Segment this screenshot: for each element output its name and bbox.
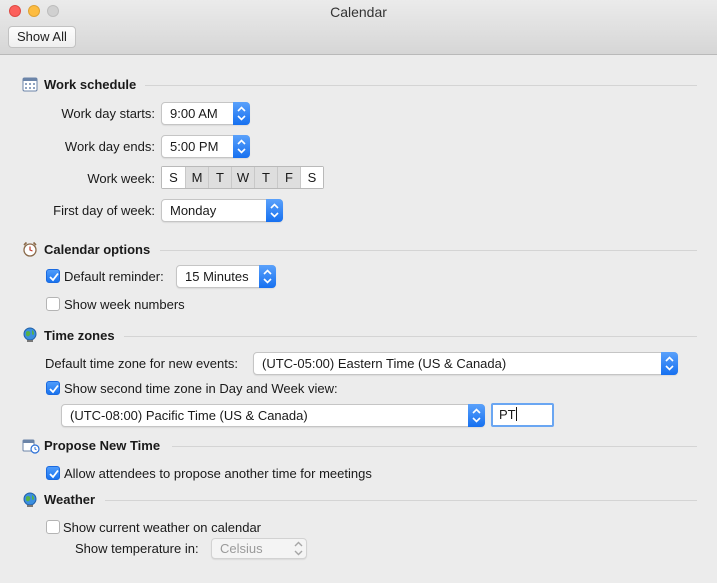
section-divider xyxy=(124,336,697,337)
temperature-unit-select[interactable]: Celsius xyxy=(211,538,307,559)
work-day-starts-value: 9:00 AM xyxy=(170,106,218,121)
work-day-ends-select[interactable]: 5:00 PM xyxy=(161,135,250,158)
day-toggle-thursday[interactable]: T xyxy=(254,167,277,188)
second-time-zone-abbrev-value: PT xyxy=(499,407,516,422)
section-divider xyxy=(160,250,697,251)
day-toggle-monday[interactable]: M xyxy=(185,167,208,188)
second-time-zone-checkbox[interactable] xyxy=(46,381,60,395)
show-weather-label: Show current weather on calendar xyxy=(63,520,262,535)
second-time-zone-label: Show second time zone in Day and Week vi… xyxy=(64,381,338,396)
work-day-starts-select[interactable]: 9:00 AM xyxy=(161,102,250,125)
second-time-zone-value: (UTC-08:00) Pacific Time (US & Canada) xyxy=(70,408,308,423)
show-week-numbers-label: Show week numbers xyxy=(64,297,185,312)
globe-icon xyxy=(22,492,38,508)
calendar-icon xyxy=(22,76,38,92)
section-divider xyxy=(172,446,697,447)
work-day-starts-label: Work day starts: xyxy=(61,106,155,121)
chevron-up-down-icon xyxy=(266,199,283,222)
default-reminder-label: Default reminder: xyxy=(64,269,164,284)
default-time-zone-select[interactable]: (UTC-05:00) Eastern Time (US & Canada) xyxy=(253,352,678,375)
default-reminder-checkbox[interactable] xyxy=(46,269,60,283)
work-day-ends-value: 5:00 PM xyxy=(170,139,219,154)
chevron-up-down-icon xyxy=(661,352,678,375)
work-day-ends-label: Work day ends: xyxy=(64,139,155,154)
day-toggle-wednesday[interactable]: W xyxy=(231,167,254,188)
section-title-propose-new-time: Propose New Time xyxy=(44,438,161,453)
day-toggle-friday[interactable]: F xyxy=(277,167,300,188)
section-divider xyxy=(105,500,697,501)
chevron-up-down-icon xyxy=(259,265,276,288)
chevron-up-down-icon xyxy=(290,538,307,559)
show-weather-checkbox[interactable] xyxy=(46,520,60,534)
section-title-time-zones: Time zones xyxy=(44,328,115,343)
section-title-weather: Weather xyxy=(44,492,96,507)
alarm-clock-icon xyxy=(22,241,38,257)
day-toggle-saturday[interactable]: S xyxy=(300,167,323,188)
section-title-work-schedule: Work schedule xyxy=(44,77,137,92)
second-time-zone-abbrev-input[interactable]: PT xyxy=(491,403,554,427)
first-day-of-week-label: First day of week: xyxy=(53,203,155,218)
day-toggle-sunday[interactable]: S xyxy=(162,167,185,188)
allow-propose-time-label: Allow attendees to propose another time … xyxy=(64,466,372,481)
second-time-zone-select[interactable]: (UTC-08:00) Pacific Time (US & Canada) xyxy=(61,404,485,427)
title-bar: Calendar Show All xyxy=(0,0,717,55)
work-week-day-toggle: S M T W T F S xyxy=(161,166,324,189)
allow-propose-time-checkbox[interactable] xyxy=(46,466,60,480)
section-divider xyxy=(145,85,697,86)
first-day-of-week-value: Monday xyxy=(170,203,217,218)
text-caret xyxy=(515,407,517,421)
show-all-button[interactable]: Show All xyxy=(8,26,76,48)
calendar-clock-icon xyxy=(22,438,40,454)
chevron-up-down-icon xyxy=(233,102,250,125)
default-time-zone-label: Default time zone for new events: xyxy=(45,356,238,371)
default-reminder-value: 15 Minutes xyxy=(185,269,249,284)
temperature-unit-label: Show temperature in: xyxy=(75,541,199,556)
preferences-window: Calendar Show All Work schedule Work day… xyxy=(0,0,717,583)
default-reminder-select[interactable]: 15 Minutes xyxy=(176,265,276,288)
default-time-zone-value: (UTC-05:00) Eastern Time (US & Canada) xyxy=(262,356,507,371)
chevron-up-down-icon xyxy=(468,404,485,427)
section-title-calendar-options: Calendar options xyxy=(44,242,151,257)
show-week-numbers-checkbox[interactable] xyxy=(46,297,60,311)
temperature-unit-value: Celsius xyxy=(220,541,263,556)
chevron-up-down-icon xyxy=(233,135,250,158)
globe-icon xyxy=(22,327,38,343)
first-day-of-week-select[interactable]: Monday xyxy=(161,199,283,222)
work-week-label: Work week: xyxy=(87,171,155,186)
window-title: Calendar xyxy=(330,4,387,20)
day-toggle-tuesday[interactable]: T xyxy=(208,167,231,188)
